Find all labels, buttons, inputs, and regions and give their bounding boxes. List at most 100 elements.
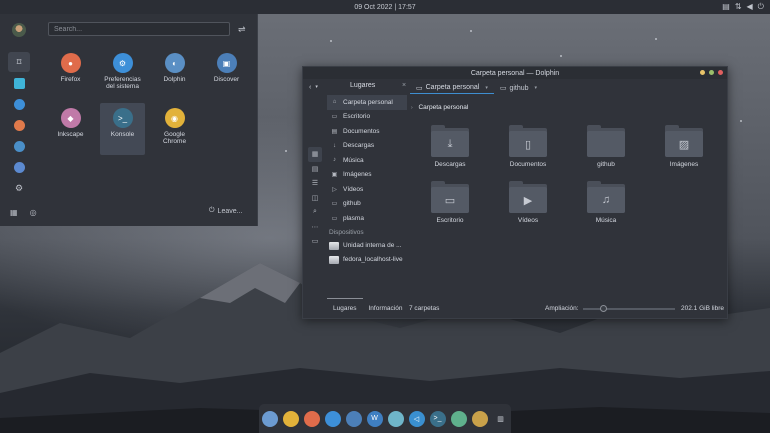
trash-icon[interactable]: ▥ bbox=[493, 411, 509, 427]
dolphin-icon[interactable] bbox=[261, 410, 278, 427]
app-launcher-item[interactable]: ◐ Dolphin bbox=[152, 48, 197, 100]
folder-glyph bbox=[587, 131, 625, 157]
folder-item[interactable]: ⤓ Descargas bbox=[411, 125, 489, 168]
tab-menu-icon[interactable]: ▾ bbox=[485, 85, 488, 91]
window-controls bbox=[700, 70, 723, 75]
settings-icon[interactable] bbox=[324, 410, 341, 427]
app-launcher-item[interactable]: ● Firefox bbox=[48, 48, 93, 100]
internet-category[interactable] bbox=[8, 115, 30, 135]
libreoffice-writer-icon[interactable]: W bbox=[366, 410, 383, 427]
firefox-icon[interactable] bbox=[303, 410, 320, 427]
place-item[interactable]: ▭ plasma bbox=[327, 211, 407, 226]
details-view-icon[interactable]: ☰ bbox=[308, 176, 322, 191]
close-panel-icon[interactable]: × bbox=[402, 82, 406, 89]
app-label: Preferencias del sistema bbox=[104, 76, 141, 90]
app-launcher-item[interactable]: >_ Konsole bbox=[100, 103, 145, 155]
folder-tab[interactable]: ▭ github ▾ bbox=[494, 82, 543, 94]
folder-icon: ▨ bbox=[665, 125, 703, 157]
place-item[interactable]: ⌂ Carpeta personal bbox=[327, 95, 407, 110]
place-icon: ▷ bbox=[332, 186, 337, 193]
back-button[interactable]: ‹ bbox=[309, 84, 311, 91]
place-label: plasma bbox=[343, 214, 364, 222]
folder-item[interactable]: github bbox=[567, 125, 645, 168]
place-item[interactable]: ↓ Descargas bbox=[327, 139, 407, 154]
place-item[interactable]: ▷ Vídeos bbox=[327, 182, 407, 197]
places-view-icon[interactable]: ◎ bbox=[30, 208, 37, 217]
folder-item[interactable]: ▭ Escritorio bbox=[411, 181, 489, 224]
color-picker-icon[interactable] bbox=[450, 410, 467, 427]
folder-icon: ♫ bbox=[587, 181, 625, 213]
avatar[interactable] bbox=[12, 23, 26, 37]
app-launcher-item[interactable]: ◉ Google Chrome bbox=[152, 103, 197, 155]
launcher-footer: ▦ ◎ bbox=[10, 208, 37, 217]
icons-view-icon[interactable]: ▦ bbox=[308, 147, 322, 162]
clipboard-icon[interactable]: ▤ bbox=[722, 2, 730, 12]
folder-icon: ▭ bbox=[431, 181, 469, 213]
applications-view-icon[interactable]: ▦ bbox=[10, 208, 18, 217]
compact-view-icon[interactable]: ▤ bbox=[308, 162, 322, 177]
discover-icon[interactable] bbox=[345, 410, 362, 427]
folder-item[interactable]: ▶ Vídeos bbox=[489, 181, 567, 224]
app-label: Konsole bbox=[110, 131, 135, 138]
search-icon[interactable]: ⌕ bbox=[308, 205, 322, 220]
folder-item[interactable]: ▯ Documentos bbox=[489, 125, 567, 168]
folder-label: Vídeos bbox=[517, 217, 539, 224]
zoom-slider-handle[interactable] bbox=[600, 305, 607, 312]
place-label: Documentos bbox=[343, 127, 380, 135]
place-label: Escritorio bbox=[343, 113, 371, 121]
breadcrumb[interactable]: › Carpeta personal bbox=[411, 104, 468, 111]
place-label: Música bbox=[343, 156, 364, 164]
window-titlebar[interactable]: Carpeta personal — Dolphin bbox=[303, 67, 727, 79]
konsole-icon: >_ bbox=[112, 108, 133, 128]
power-icon[interactable]: ⏻ bbox=[758, 2, 764, 12]
close-button[interactable] bbox=[718, 70, 723, 75]
hard-disk-icon bbox=[329, 255, 339, 264]
clock[interactable]: 09 Oct 2022 | 17:57 bbox=[354, 4, 415, 11]
folder-item[interactable]: ♫ Música bbox=[567, 181, 645, 224]
device-item[interactable]: Unidad interna de ... bbox=[327, 239, 407, 253]
help-category[interactable] bbox=[8, 157, 30, 177]
place-label: Carpeta personal bbox=[343, 98, 393, 106]
vscode-icon[interactable]: ◁ bbox=[408, 410, 425, 427]
zoom-slider[interactable] bbox=[583, 305, 675, 312]
maximize-button[interactable] bbox=[709, 70, 714, 75]
folder-item[interactable]: ▨ Imágenes bbox=[645, 125, 723, 168]
back-menu-icon[interactable]: ▾ bbox=[315, 84, 318, 91]
leave-button[interactable]: ⏻ Leave... bbox=[209, 207, 242, 215]
plasma-icon[interactable] bbox=[471, 410, 488, 427]
place-item[interactable]: ▭ Escritorio bbox=[327, 110, 407, 125]
volume-icon[interactable]: ◀ bbox=[747, 2, 753, 12]
filter-settings-icon[interactable]: ⇌ bbox=[238, 24, 246, 35]
tab-menu-icon[interactable]: ▾ bbox=[535, 85, 538, 91]
favorites-category[interactable]: ⌑ bbox=[8, 52, 30, 72]
konsole-icon[interactable]: >_ bbox=[429, 410, 446, 427]
settings-category[interactable] bbox=[8, 94, 30, 114]
place-item[interactable]: ▤ Documentos bbox=[327, 124, 407, 139]
bookmark-icon: ⌑ bbox=[16, 56, 22, 67]
tab-informacion[interactable]: Información bbox=[363, 298, 409, 318]
place-item[interactable]: ♪ Música bbox=[327, 153, 407, 168]
app-launcher-item[interactable]: ▣ Discover bbox=[204, 48, 249, 100]
place-item[interactable]: ▣ Imágenes bbox=[327, 168, 407, 183]
search-input[interactable] bbox=[48, 22, 230, 36]
app-launcher-item[interactable]: ◆ Inkscape bbox=[48, 103, 93, 155]
minimize-button[interactable] bbox=[700, 70, 705, 75]
free-space: 202.1 GiB libre bbox=[681, 304, 724, 312]
chrome-icon[interactable] bbox=[282, 410, 299, 427]
more-options-icon[interactable]: ⋯ bbox=[308, 220, 322, 235]
split-view-icon[interactable]: ◫ bbox=[308, 191, 322, 206]
folder-view: ⤓ Descargas ▯ Documentos github ▨ Imágenes ▭ Esc… bbox=[411, 125, 723, 224]
image-viewer-icon[interactable] bbox=[387, 410, 404, 427]
folder-tab[interactable]: ▭ Carpeta personal ▾ bbox=[410, 82, 494, 94]
network-icon[interactable]: ⇅ bbox=[735, 2, 742, 12]
place-item[interactable]: ▭ github bbox=[327, 197, 407, 212]
system-category[interactable] bbox=[8, 136, 30, 156]
terminal-toggle-icon[interactable]: ▭ bbox=[308, 234, 322, 249]
app-label: Google Chrome bbox=[162, 131, 187, 145]
device-item[interactable]: fedora_localhost-live bbox=[327, 253, 407, 267]
tab-lugares[interactable]: Lugares bbox=[327, 298, 363, 318]
utilities-category[interactable]: ⚙ bbox=[8, 178, 30, 198]
app-launcher-item[interactable]: ⚙ Preferencias del sistema bbox=[100, 48, 145, 100]
all-apps-category[interactable] bbox=[8, 73, 30, 93]
compass-icon bbox=[13, 140, 25, 152]
